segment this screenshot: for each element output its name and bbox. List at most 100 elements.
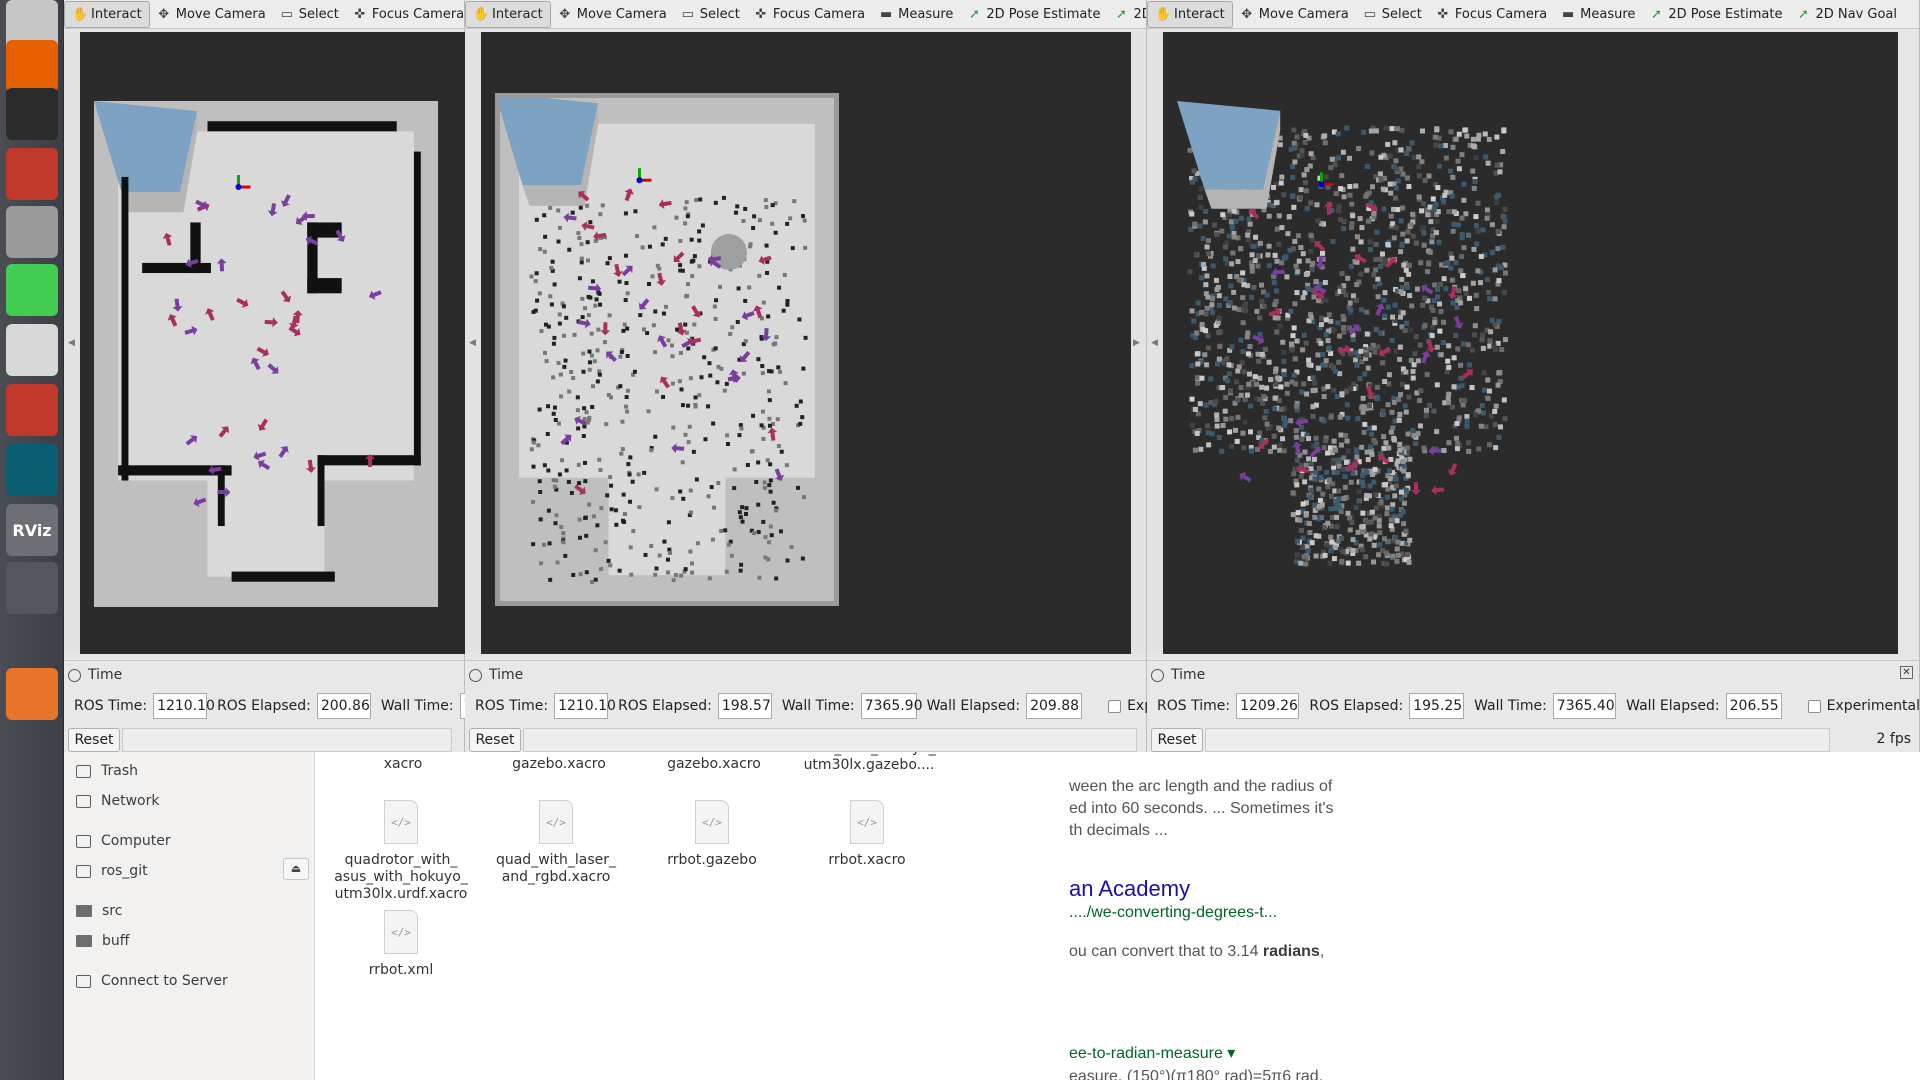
wall-time-field[interactable]: 7365.90 — [860, 693, 923, 719]
gazebo-icon[interactable] — [6, 444, 58, 496]
file-name[interactable]: utm30lx.urdf.xacro — [326, 886, 476, 903]
settings-icon[interactable] — [6, 148, 58, 200]
drive-icon — [76, 864, 91, 878]
file-name[interactable]: quad_with_laser_ — [481, 852, 631, 869]
sidebar-item-network[interactable]: Network — [76, 790, 159, 812]
file-name[interactable]: rrbot.gazebo — [637, 852, 787, 869]
search-result-url-2[interactable]: ee-to-radian-measure ▾ — [1069, 1043, 1235, 1063]
close-panel-icon[interactable]: ✕ — [1900, 666, 1913, 679]
sidebar-item-computer[interactable]: Computer — [76, 830, 171, 852]
file-code-icon[interactable]: </> — [539, 800, 573, 844]
file-name[interactable]: rrbot.xml — [326, 962, 476, 979]
file-name[interactable]: quadrotor_with_ — [326, 852, 476, 869]
tool-interact[interactable]: ✋ Interact — [64, 0, 150, 28]
search-result-title[interactable]: an Academy — [1069, 876, 1190, 902]
text-editor-icon[interactable] — [6, 324, 58, 376]
tool-label: Focus Camera — [772, 6, 866, 22]
sidebar-item-buff[interactable]: buff — [76, 930, 129, 952]
sidebar-item-connect-to-server[interactable]: Connect to Server — [76, 970, 228, 992]
tool-select[interactable]: ▭ Select — [273, 1, 346, 28]
file-code-icon[interactable]: </> — [384, 800, 418, 844]
wall-elapsed-field[interactable]: 209.88 — [1026, 693, 1083, 719]
ros-time-field[interactable]: 1210.10 — [554, 693, 616, 719]
expand-left-arrow-icon[interactable]: ◀ — [1151, 338, 1158, 348]
tool-focus-camera[interactable]: ✜ Focus Camera — [1429, 1, 1554, 28]
collapse-right-arrow-icon[interactable]: ▶ — [1133, 338, 1140, 348]
sidebar-item-ros-git[interactable]: ros_git — [76, 860, 148, 882]
rviz-window-3: ✋ Interact ✥ Move Camera ▭ Select ✜ Focus Camer… — [1147, 0, 1920, 752]
tool-interact[interactable]: ✋ Interact — [1147, 0, 1233, 28]
experimental-checkbox[interactable] — [1807, 699, 1821, 713]
file-name-partial[interactable]: xacro — [328, 756, 478, 773]
ros-time-field[interactable]: 1209.26 — [1236, 693, 1300, 719]
tool-move-camera[interactable]: ✥ Move Camera — [150, 1, 273, 28]
tool-focus-camera[interactable]: ✜ Focus Camera — [747, 1, 872, 28]
experimental-toggle[interactable]: Exp — [1108, 698, 1147, 714]
nav-goal-icon: ➚ — [1116, 6, 1127, 22]
wall-time-field[interactable]: 7365.40 — [1552, 693, 1617, 719]
file-name-partial[interactable]: utm30lx.gazebo.... — [794, 757, 944, 774]
expand-left-arrow-icon[interactable]: ◀ — [469, 338, 476, 348]
sidebar-item-trash[interactable]: Trash — [76, 760, 138, 782]
ros-time-field[interactable]: 1210.10 — [153, 693, 215, 719]
time-panel: Time ROS Time: 1210.10 ROS Elapsed: 200.86 Wa… — [64, 660, 465, 752]
file-name[interactable]: and_rgbd.xacro — [481, 869, 631, 886]
reset-button[interactable]: Reset — [1151, 728, 1203, 752]
file-code-icon[interactable]: </> — [384, 910, 418, 954]
workspace-icon[interactable] — [6, 562, 58, 614]
ros-time-label: ROS Time: — [475, 698, 549, 714]
tool-2d-nav-goal[interactable]: ➚ 2D Nav Goal — [1789, 1, 1904, 28]
tool-move-camera[interactable]: ✥ Move Camera — [551, 1, 674, 28]
expand-left-arrow-icon[interactable]: ◀ — [68, 338, 75, 348]
reset-button[interactable]: Reset — [469, 728, 521, 752]
trash-icon[interactable] — [6, 668, 58, 720]
terminal-icon[interactable] — [6, 88, 58, 140]
folder-icon — [76, 935, 92, 947]
camera-icon[interactable] — [6, 206, 58, 258]
file-code-icon[interactable]: </> — [695, 800, 729, 844]
tool-label: Move Camera — [175, 6, 266, 22]
tool-move-camera[interactable]: ✥ Move Camera — [1233, 1, 1356, 28]
reset-button[interactable]: Reset — [68, 728, 120, 752]
rviz-icon[interactable]: RViz — [6, 504, 58, 556]
ros-elapsed-field[interactable]: 200.86 — [316, 693, 371, 719]
firefox-icon[interactable] — [6, 40, 58, 92]
focus-camera-icon: ✜ — [354, 6, 366, 22]
experimental-toggle[interactable]: Experimental — [1807, 698, 1920, 714]
rviz-3d-viewport[interactable] — [1163, 32, 1898, 654]
qt-icon[interactable] — [6, 264, 58, 316]
hand-icon: ✋ — [1155, 6, 1172, 22]
time-panel-title: Time — [489, 667, 524, 683]
rviz-3d-viewport[interactable] — [80, 32, 465, 654]
file-code-icon[interactable]: </> — [850, 800, 884, 844]
tool-select[interactable]: ▭ Select — [1356, 1, 1429, 28]
wall-elapsed-field[interactable]: 206.55 — [1725, 693, 1782, 719]
file-name[interactable]: rrbot.xacro — [792, 852, 942, 869]
file-glyph: </> — [857, 815, 877, 829]
rviz-toolbar: ✋ Interact ✥ Move Camera ▭ Select ✜ Focus Camer… — [1147, 0, 1919, 29]
tool-focus-camera[interactable]: ✜ Focus Camera — [346, 1, 464, 28]
tool-measure[interactable]: ▬ Measure — [1554, 1, 1642, 28]
rviz-3d-viewport[interactable] — [481, 32, 1131, 654]
eject-icon[interactable]: ⏏ — [283, 858, 309, 880]
tool-select[interactable]: ▭ Select — [674, 1, 747, 28]
tool-2d-nav-goal[interactable]: ➚ 2D Nav — [1107, 1, 1146, 28]
pdf-viewer-icon[interactable] — [6, 384, 58, 436]
file-glyph: </> — [546, 815, 566, 829]
tool-2d-pose-estimate[interactable]: ➚ 2D Pose Estimate — [960, 1, 1107, 28]
wall-elapsed-label: Wall Elapsed: — [1626, 698, 1720, 714]
rviz-window-2: ✋ Interact ✥ Move Camera ▭ Select ✜ Focus Camer… — [465, 0, 1147, 752]
search-result-url[interactable]: ..../we-converting-degrees-t... — [1069, 904, 1277, 922]
experimental-checkbox[interactable] — [1108, 699, 1122, 713]
file-name[interactable]: asus_with_hokuyo_ — [326, 869, 476, 886]
tool-label: Measure — [898, 6, 954, 22]
tool-measure[interactable]: ▬ Measure — [872, 1, 960, 28]
sidebar-item-src[interactable]: src — [76, 900, 122, 922]
ros-elapsed-field[interactable]: 198.57 — [717, 693, 772, 719]
ros-elapsed-field[interactable]: 195.25 — [1409, 693, 1465, 719]
file-name-partial[interactable]: gazebo.xacro — [639, 756, 789, 773]
tool-interact[interactable]: ✋ Interact — [465, 0, 551, 28]
hand-icon: ✋ — [72, 6, 89, 22]
file-name-partial[interactable]: gazebo.xacro — [484, 756, 634, 773]
tool-2d-pose-estimate[interactable]: ➚ 2D Pose Estimate — [1642, 1, 1789, 28]
